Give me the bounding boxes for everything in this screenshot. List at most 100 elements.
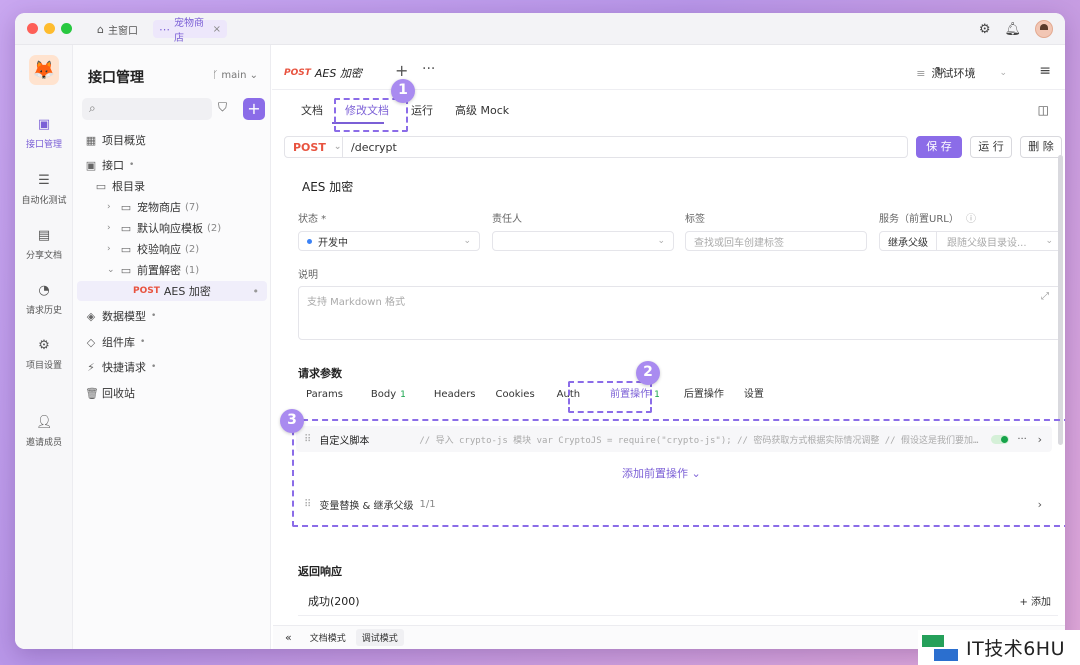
tab-label: Params bbox=[306, 389, 343, 400]
description-textarea[interactable]: 支持 Markdown 格式 ⤢ bbox=[298, 286, 1062, 340]
sidebar-search-input[interactable]: ⌕ bbox=[82, 98, 212, 120]
response-tab-200[interactable]: 成功(200) bbox=[308, 593, 360, 609]
tab-headers[interactable]: Headers bbox=[426, 386, 484, 404]
tab-label: Headers bbox=[433, 389, 476, 400]
window-tab-pet-store-label: 宠物商店 bbox=[174, 18, 204, 44]
add-api-button[interactable]: + bbox=[243, 98, 265, 120]
method-tag: POST bbox=[284, 68, 311, 78]
expand-icon[interactable]: ⤢ bbox=[1041, 291, 1049, 302]
doc-mode-button[interactable]: 文档模式 bbox=[304, 629, 352, 646]
branch-selector[interactable]: ᚴ main ⌄ bbox=[212, 70, 258, 81]
tab-label: 后置操作 bbox=[683, 389, 724, 400]
service-label: 服务（前置URL） ⓘ bbox=[879, 210, 976, 225]
status-label: 状态 * bbox=[298, 214, 327, 225]
app-logo-fox-icon: 🦊 bbox=[29, 55, 59, 85]
add-response-button[interactable]: + 添加 bbox=[1019, 593, 1051, 608]
more-dot-icon: • bbox=[129, 160, 135, 170]
chevron-down-icon: ⌄ bbox=[999, 68, 1007, 78]
tree-item-components[interactable]: ◇ 组件库 • bbox=[85, 332, 146, 352]
close-window-button[interactable] bbox=[27, 23, 38, 34]
tree-item-recycle-bin[interactable]: 🗑︎ 回收站 bbox=[85, 383, 135, 403]
tree-item-validate-response[interactable]: › ▭ 校验响应 (2) bbox=[107, 239, 199, 259]
close-tab-icon[interactable]: × bbox=[213, 24, 221, 35]
method-tag: POST bbox=[133, 286, 160, 296]
tree-item-label: AES 加密 bbox=[163, 285, 211, 298]
automation-icon: ☰ bbox=[38, 173, 50, 188]
rail-item-request-history[interactable]: ◔ 请求历史 bbox=[15, 283, 73, 316]
rail-item-automation-test[interactable]: ☰ 自动化测试 bbox=[15, 173, 73, 206]
tree-item-data-model[interactable]: ◈ 数据模型 • bbox=[85, 306, 157, 326]
rail-item-label: 分享文档 bbox=[25, 251, 62, 261]
status-value: 开发中 bbox=[318, 237, 348, 249]
owner-select[interactable]: ⌄ bbox=[492, 231, 674, 251]
document-icon: ▤ bbox=[37, 228, 51, 243]
rail-item-project-settings[interactable]: ⚙ 项目设置 bbox=[15, 338, 73, 371]
service-select[interactable]: 继承父级 跟随父级目录设... ⌄ bbox=[879, 231, 1062, 251]
home-icon: ⌂ bbox=[97, 22, 104, 36]
tab-label: Body bbox=[370, 389, 397, 400]
window-tab-pet-store[interactable]: ⋯ 宠物商店 × bbox=[153, 18, 227, 44]
tree-item-label: 项目概览 bbox=[102, 134, 146, 147]
api-name-title[interactable]: AES 加密 bbox=[302, 178, 353, 195]
more-dot-icon: • bbox=[140, 337, 146, 347]
service-label-text: 服务（前置URL） bbox=[879, 214, 959, 225]
titlebar: ⌂ 主窗口 ⋯ 宠物商店 × ⚙ 🔔︎ bbox=[15, 13, 1065, 45]
service-inherit-label: 继承父级 bbox=[888, 232, 937, 250]
rail-item-invite-members[interactable]: 👤︎ 邀请成员 bbox=[15, 415, 73, 448]
run-button[interactable]: 运 行 bbox=[970, 136, 1012, 158]
tree-item-count: (2) bbox=[207, 222, 222, 234]
tab-cookies[interactable]: Cookies bbox=[488, 386, 543, 404]
tab-docs[interactable]: 文档 bbox=[290, 101, 334, 121]
help-icon[interactable]: ⓘ bbox=[966, 214, 976, 225]
rail-item-share-docs[interactable]: ▤ 分享文档 bbox=[15, 228, 73, 261]
tree-item-api[interactable]: ▣ 接口 • bbox=[85, 155, 135, 175]
tree-item-pre-decrypt[interactable]: ⌄ ▭ 前置解密 (1) bbox=[107, 260, 199, 280]
rail-item-api-management[interactable]: ▣ 接口管理 bbox=[15, 117, 73, 150]
hamburger-menu-icon[interactable]: ≡ bbox=[1039, 63, 1051, 79]
tree-item-pet-store[interactable]: › ▭ 宠物商店 (7) bbox=[107, 197, 199, 217]
tree-item-label: 宠物商店 bbox=[137, 201, 181, 214]
more-dot-icon[interactable]: • bbox=[253, 285, 260, 298]
tree-item-root[interactable]: ▭ 根目录 bbox=[95, 176, 145, 196]
notification-bell-icon[interactable]: 🔔︎ bbox=[1004, 22, 1021, 37]
settings-gear-icon[interactable]: ⚙ bbox=[979, 22, 991, 37]
watermark-text: IT技术6HU bbox=[966, 638, 1065, 660]
tab-body[interactable]: Body 1 bbox=[363, 386, 414, 404]
tab-post-operations[interactable]: 后置操作 bbox=[676, 386, 732, 404]
collapse-sidebar-icon[interactable]: « bbox=[285, 631, 292, 644]
window-controls bbox=[27, 23, 72, 34]
tree-item-default-response[interactable]: › ▭ 默认响应模板 (2) bbox=[107, 218, 221, 238]
save-button[interactable]: 保 存 bbox=[916, 136, 962, 158]
delete-button[interactable]: 删 除 bbox=[1020, 136, 1062, 158]
main-panel: POST AES 加密 + ··· ↻ ≡ 测试环境 ⌄ ≡ 文档 修改文档 运… bbox=[272, 45, 1065, 649]
filter-icon[interactable]: ⛉ bbox=[218, 100, 227, 115]
url-path-input[interactable] bbox=[343, 140, 883, 154]
maximize-window-button[interactable] bbox=[61, 23, 72, 34]
debug-mode-button[interactable]: 调试模式 bbox=[355, 629, 404, 646]
method-selector[interactable]: POST ⌄ bbox=[285, 137, 343, 157]
request-tab-aes[interactable]: POST AES 加密 bbox=[284, 65, 362, 81]
user-avatar[interactable] bbox=[1035, 20, 1053, 38]
minimize-window-button[interactable] bbox=[44, 23, 55, 34]
new-tab-plus-icon[interactable]: + bbox=[395, 61, 408, 80]
tree-item-overview[interactable]: ▦ 项目概览 bbox=[85, 130, 146, 150]
tree-item-label: 校验响应 bbox=[137, 243, 181, 256]
status-select[interactable]: 开发中 ⌄ bbox=[298, 231, 480, 251]
more-horizontal-icon[interactable]: ··· bbox=[422, 61, 435, 77]
split-view-icon[interactable]: ◫ bbox=[1038, 103, 1049, 117]
api-icon: ▣ bbox=[85, 158, 97, 172]
tab-settings[interactable]: 设置 bbox=[736, 386, 772, 404]
rail-item-label: 邀请成员 bbox=[25, 438, 62, 448]
environment-selector[interactable]: ≡ 测试环境 ⌄ bbox=[916, 65, 1007, 81]
quick-request-icon: ⚡︎ bbox=[87, 360, 95, 374]
highlight-edit-docs bbox=[334, 98, 408, 132]
tree-item-quick-request[interactable]: ⚡︎ 快捷请求 • bbox=[85, 357, 156, 377]
tag-input[interactable]: 查找或回车创建标签 bbox=[685, 231, 867, 251]
window-tab-home[interactable]: ⌂ 主窗口 bbox=[91, 20, 144, 38]
tab-advanced-mock[interactable]: 高级 Mock bbox=[444, 101, 520, 121]
tab-params[interactable]: Params bbox=[298, 386, 351, 404]
vertical-scrollbar[interactable] bbox=[1058, 155, 1063, 445]
tree-item-aes-encrypt[interactable]: POST AES 加密 • bbox=[77, 281, 267, 301]
tree-item-label: 默认响应模板 bbox=[137, 222, 203, 235]
tag-label: 标签 bbox=[685, 214, 705, 225]
